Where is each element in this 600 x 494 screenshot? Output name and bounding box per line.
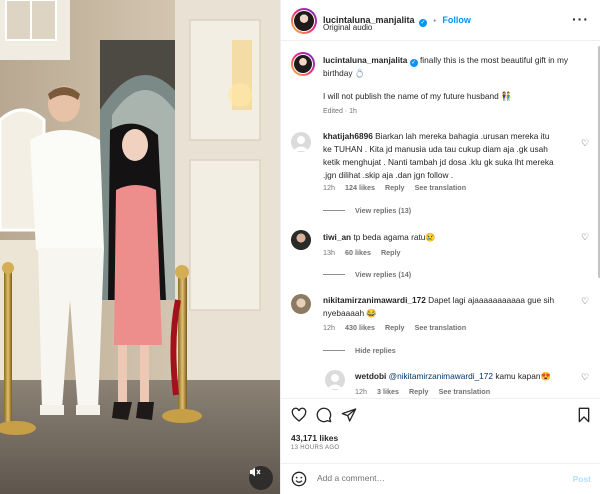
hide-replies-button[interactable]: Hide replies (323, 346, 396, 355)
like-comment-icon[interactable]: ♡ (581, 138, 589, 149)
post-panel: lucintaluna_manjalita ✓ • Follow Origina… (280, 0, 600, 494)
more-options-icon[interactable]: ··· (572, 12, 589, 26)
speaker-muted-icon[interactable] (249, 466, 273, 490)
like-comment-icon[interactable]: ♡ (581, 232, 589, 243)
comment-meta: 12h 430 likes Reply See translation (323, 323, 466, 332)
follow-button[interactable]: Follow (442, 15, 471, 25)
action-bar: 43,171 likes 13 HOURS AGO (281, 398, 600, 458)
post-time: 13 HOURS AGO (291, 445, 340, 451)
view-replies-button[interactable]: View replies (14) (323, 270, 411, 279)
heart-outline-icon[interactable] (291, 407, 307, 428)
comment-username[interactable]: nikitamirzanimawardi_172 (323, 295, 426, 305)
see-translation-button[interactable]: See translation (415, 323, 467, 332)
post-media[interactable] (0, 0, 280, 494)
reply-text: wetdobi @nikitamirzanimawardi_172 kamu k… (355, 371, 551, 381)
comment-text: tiwi_an tp beda agama ratu😢 (323, 232, 436, 242)
caption-text-2: I will not publish the name of my future… (323, 91, 512, 101)
comments-list[interactable]: lucintaluna_manjalita ✓ finally this is … (281, 42, 600, 398)
comment-icon[interactable] (316, 407, 332, 428)
paper-plane-icon[interactable] (341, 407, 357, 428)
caption: lucintaluna_manjalita ✓ finally this is … (323, 54, 583, 80)
reply-button[interactable]: Reply (409, 387, 429, 396)
post-photo (0, 0, 280, 494)
comment-meta: 12h 124 likes Reply See translation (323, 183, 466, 192)
author-avatar[interactable] (291, 8, 317, 34)
comment-likes[interactable]: 430 likes (345, 323, 375, 332)
post-viewer: lucintaluna_manjalita ✓ • Follow Origina… (0, 0, 600, 494)
reply-avatar[interactable] (325, 370, 345, 390)
comment-username[interactable]: khatijah6896 (323, 131, 373, 141)
reply-meta: 12h 3 likes Reply See translation (355, 387, 490, 396)
audio-label[interactable]: Original audio (323, 23, 372, 32)
caption-edited: Edited · 1h (323, 108, 357, 115)
reply-button[interactable]: Reply (385, 323, 405, 332)
comment-age: 12h (323, 323, 335, 332)
reply-button[interactable]: Reply (381, 248, 401, 257)
post-button[interactable]: Post (573, 474, 591, 484)
see-translation-button[interactable]: See translation (415, 183, 467, 192)
comment-username[interactable]: tiwi_an (323, 232, 351, 242)
comment-avatar[interactable] (291, 132, 311, 152)
like-comment-icon[interactable]: ♡ (581, 296, 589, 307)
comment-age: 13h (323, 248, 335, 257)
header-separator: • (433, 18, 436, 25)
smiley-icon[interactable] (291, 471, 307, 492)
caption-username[interactable]: lucintaluna_manjalita (323, 55, 407, 65)
bookmark-icon[interactable] (577, 407, 591, 428)
add-comment-bar: Post (281, 463, 600, 494)
comment-likes[interactable]: 60 likes (345, 248, 371, 257)
post-header: lucintaluna_manjalita ✓ • Follow Origina… (281, 0, 600, 41)
reply-username[interactable]: wetdobi (355, 371, 386, 381)
comment-text: nikitamirzanimawardi_172 Dapet lagi ajaa… (323, 295, 555, 318)
comment-age: 12h (323, 183, 335, 192)
comment-meta: 13h 60 likes Reply (323, 248, 401, 257)
reply-button[interactable]: Reply (385, 183, 405, 192)
comment-avatar[interactable] (291, 230, 311, 250)
reply-mention[interactable]: @nikitamirzanimawardi_172 (389, 371, 493, 381)
comment-avatar[interactable] (291, 294, 311, 314)
view-replies-button[interactable]: View replies (13) (323, 206, 411, 215)
comment-text: khatijah6896 Biarkan lah mereka bahagia … (323, 131, 554, 180)
see-translation-button[interactable]: See translation (439, 387, 491, 396)
caption-avatar[interactable] (291, 52, 315, 76)
verified-badge-icon: ✓ (409, 59, 418, 67)
likes-count[interactable]: 43,171 likes (291, 433, 338, 443)
comment-age: 12h (355, 387, 367, 396)
like-comment-icon[interactable]: ♡ (581, 372, 589, 383)
comment-likes[interactable]: 124 likes (345, 183, 375, 192)
comment-input[interactable] (317, 473, 557, 483)
verified-badge-icon: ✓ (418, 19, 427, 27)
comment-likes[interactable]: 3 likes (377, 387, 399, 396)
